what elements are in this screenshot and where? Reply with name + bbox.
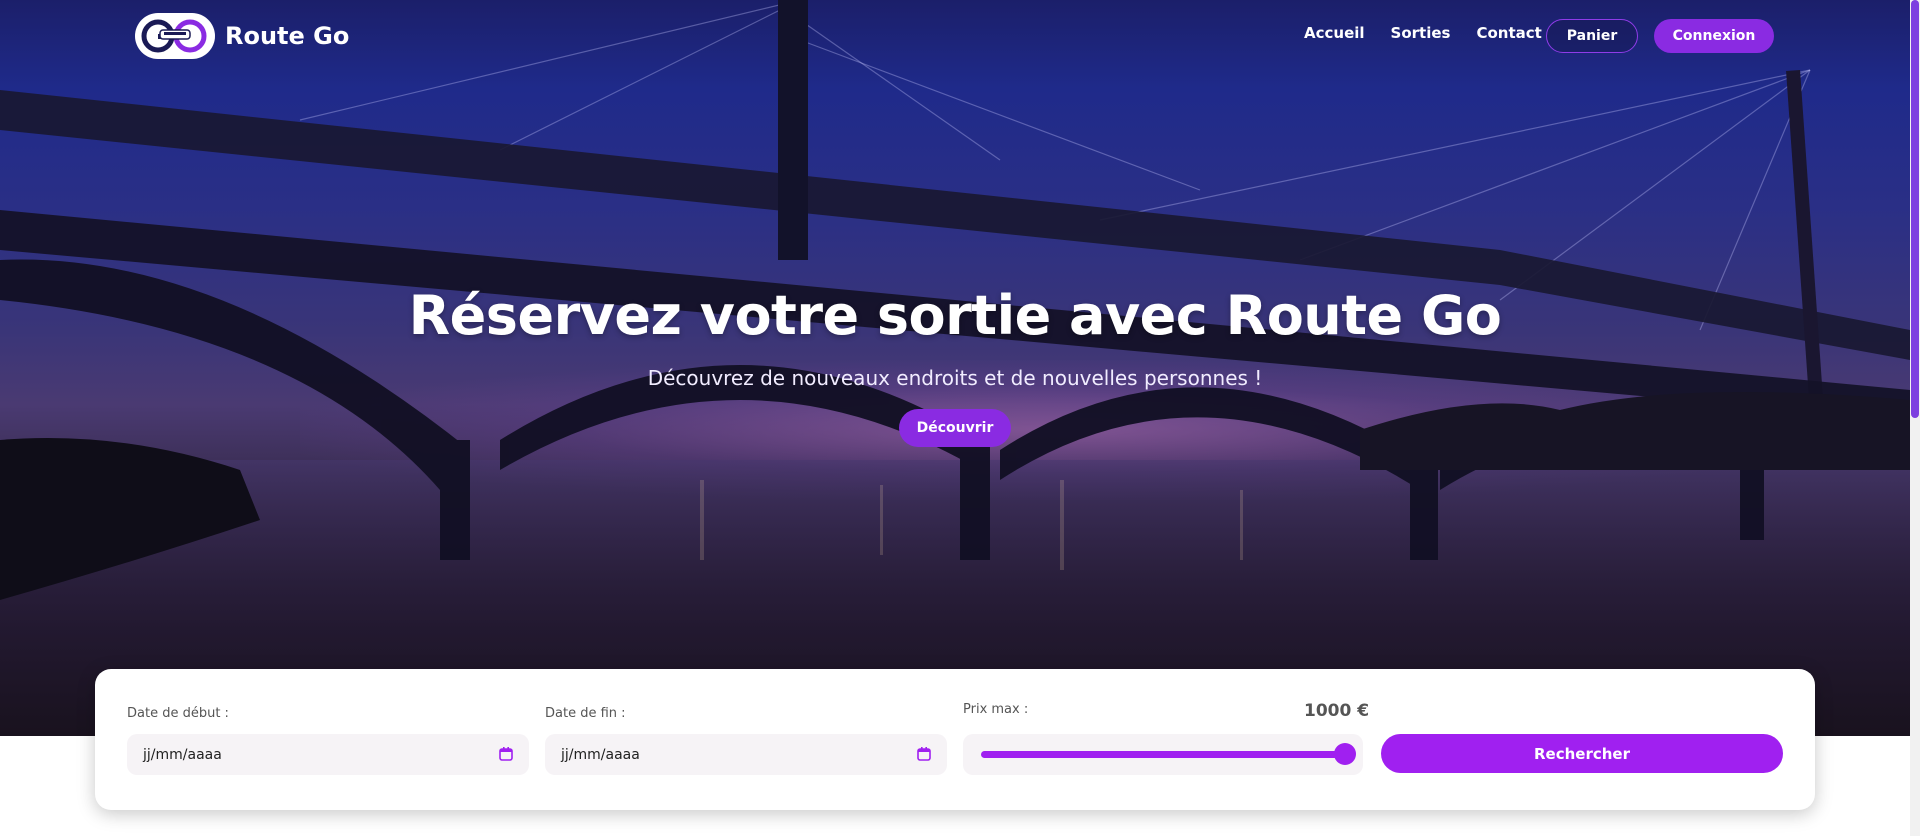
nav-link-sorties[interactable]: Sorties (1391, 24, 1451, 42)
scrollbar[interactable] (1910, 0, 1920, 836)
start-date-placeholder: jj/mm/aaaa (143, 746, 222, 763)
nav-link-accueil[interactable]: Accueil (1304, 24, 1365, 42)
logo[interactable]: Route Go (135, 13, 349, 59)
price-slider-thumb[interactable] (1334, 743, 1356, 765)
login-button[interactable]: Connexion (1654, 19, 1774, 53)
nav-link-contact[interactable]: Contact (1476, 24, 1541, 42)
calendar-icon[interactable] (499, 747, 513, 761)
scrollbar-thumb[interactable] (1911, 0, 1919, 418)
search-button[interactable]: Rechercher (1381, 734, 1783, 773)
calendar-icon[interactable] (917, 747, 931, 761)
start-date-input[interactable]: jj/mm/aaaa (127, 734, 529, 775)
hero-subtitle: Découvrez de nouveaux endroits et de nou… (647, 366, 1263, 390)
start-date-label: Date de début : (127, 706, 229, 721)
price-max-value: 1000 € (1304, 701, 1370, 721)
price-slider[interactable] (963, 734, 1363, 775)
discover-button[interactable]: Découvrir (899, 409, 1011, 447)
end-date-label: Date de fin : (545, 706, 626, 721)
end-date-input[interactable]: jj/mm/aaaa (545, 734, 947, 775)
cart-button[interactable]: Panier (1546, 19, 1638, 53)
hero-title: Réservez votre sortie avec Route Go (408, 284, 1502, 347)
end-date-placeholder: jj/mm/aaaa (561, 746, 640, 763)
logo-icon (135, 13, 215, 59)
navbar: Route Go Accueil Sorties Contact Panier … (0, 0, 1910, 72)
price-slider-track[interactable] (981, 751, 1345, 758)
search-card: Date de début : jj/mm/aaaa Date de fin :… (95, 669, 1815, 810)
brand-name: Route Go (225, 22, 350, 50)
nav-links: Accueil Sorties Contact (1304, 24, 1542, 42)
price-max-label: Prix max : (963, 702, 1029, 717)
